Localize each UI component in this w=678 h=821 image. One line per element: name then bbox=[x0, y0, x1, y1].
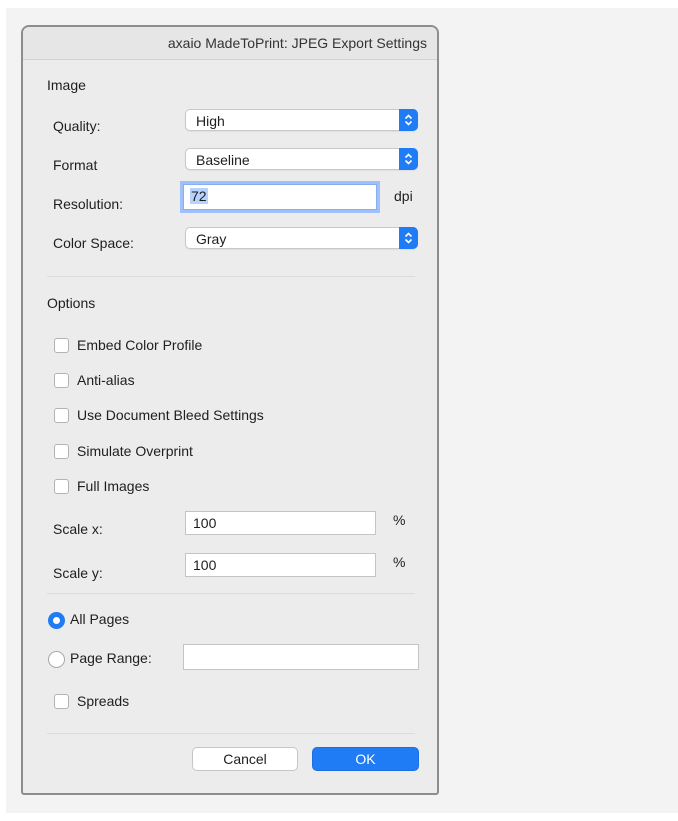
scale-y-input[interactable]: 100 bbox=[185, 553, 376, 577]
options-section-heading: Options bbox=[47, 295, 96, 311]
simulate-overprint-label: Simulate Overprint bbox=[77, 443, 193, 459]
scale-y-label: Scale y: bbox=[53, 565, 103, 581]
scale-x-unit: % bbox=[393, 512, 406, 528]
anti-alias-checkbox[interactable] bbox=[54, 373, 69, 388]
cancel-button[interactable]: Cancel bbox=[192, 747, 298, 771]
select-stepper-icon bbox=[399, 227, 418, 249]
scale-y-value: 100 bbox=[193, 557, 217, 573]
full-images-label: Full Images bbox=[77, 478, 150, 494]
resolution-input[interactable]: 72 bbox=[183, 184, 377, 210]
embed-color-profile-label: Embed Color Profile bbox=[77, 337, 203, 353]
all-pages-label: All Pages bbox=[70, 611, 130, 627]
spreads-checkbox[interactable] bbox=[54, 694, 69, 709]
window-title: axaio MadeToPrint: JPEG Export Settings bbox=[167, 35, 427, 51]
ok-button[interactable]: OK bbox=[312, 747, 419, 771]
page-range-label: Page Range: bbox=[70, 650, 152, 666]
quality-value: High bbox=[196, 113, 225, 129]
use-document-bleed-checkbox[interactable] bbox=[54, 408, 69, 423]
spreads-label: Spreads bbox=[77, 693, 130, 709]
format-value: Baseline bbox=[196, 152, 250, 168]
simulate-overprint-checkbox[interactable] bbox=[54, 444, 69, 459]
section-divider bbox=[47, 593, 415, 594]
all-pages-radio[interactable] bbox=[48, 612, 65, 629]
color-space-value: Gray bbox=[196, 231, 227, 247]
scale-x-input[interactable]: 100 bbox=[185, 511, 376, 535]
jpeg-export-dialog: axaio MadeToPrint: JPEG Export Settings … bbox=[21, 25, 439, 795]
resolution-unit: dpi bbox=[394, 188, 413, 204]
scale-x-label: Scale x: bbox=[53, 521, 103, 537]
scale-x-value: 100 bbox=[193, 515, 217, 531]
format-label: Format bbox=[53, 157, 98, 173]
color-space-label: Color Space: bbox=[53, 235, 134, 251]
section-divider bbox=[47, 733, 415, 734]
resolution-label: Resolution: bbox=[53, 196, 124, 212]
resolution-value: 72 bbox=[190, 188, 208, 204]
title-bar[interactable]: axaio MadeToPrint: JPEG Export Settings bbox=[23, 27, 437, 60]
full-images-checkbox[interactable] bbox=[54, 479, 69, 494]
anti-alias-label: Anti-alias bbox=[77, 372, 135, 388]
page-range-input[interactable] bbox=[183, 644, 419, 670]
embed-color-profile-checkbox[interactable] bbox=[54, 338, 69, 353]
quality-select[interactable]: High bbox=[185, 109, 418, 131]
select-stepper-icon bbox=[399, 109, 418, 131]
format-select[interactable]: Baseline bbox=[185, 148, 418, 170]
page-range-radio[interactable] bbox=[48, 651, 65, 668]
scale-y-unit: % bbox=[393, 554, 406, 570]
use-document-bleed-label: Use Document Bleed Settings bbox=[77, 407, 264, 423]
section-divider bbox=[47, 276, 415, 277]
select-stepper-icon bbox=[399, 148, 418, 170]
image-section-heading: Image bbox=[47, 77, 86, 93]
color-space-select[interactable]: Gray bbox=[185, 227, 418, 249]
quality-label: Quality: bbox=[53, 118, 101, 134]
